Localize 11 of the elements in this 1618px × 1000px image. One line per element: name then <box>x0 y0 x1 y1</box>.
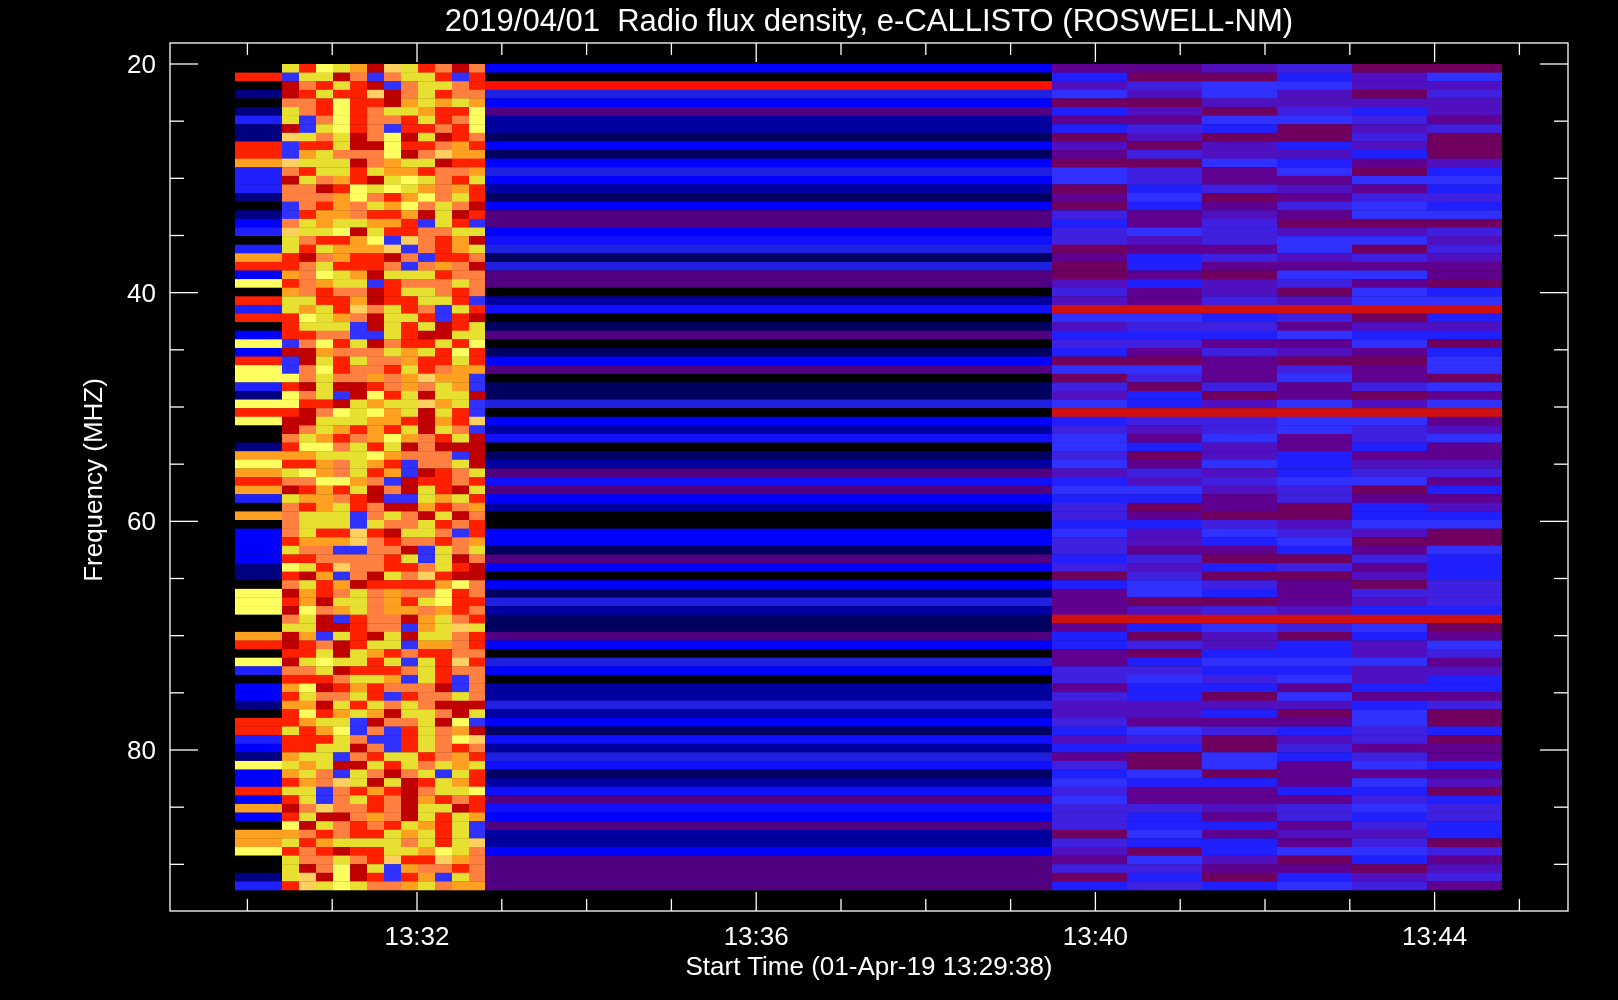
tick-label: 13:40 <box>1062 921 1128 951</box>
tick-label: 80 <box>127 735 156 765</box>
plot-title: 2019/04/01 Radio flux density, e-CALLISTO (ROSWELL-NM) <box>444 3 1294 38</box>
tick-label: 20 <box>127 49 156 79</box>
tick-label: 13:36 <box>723 921 789 951</box>
tick-label: 13:32 <box>384 921 450 951</box>
axis-label: Start Time (01-Apr-19 13:29:38) <box>685 951 1053 981</box>
tick-label: 60 <box>127 506 156 537</box>
axis-label: Frequency (MHZ) <box>78 378 108 582</box>
tick-label: 13:44 <box>1402 921 1468 951</box>
tick-label: 40 <box>127 277 156 308</box>
